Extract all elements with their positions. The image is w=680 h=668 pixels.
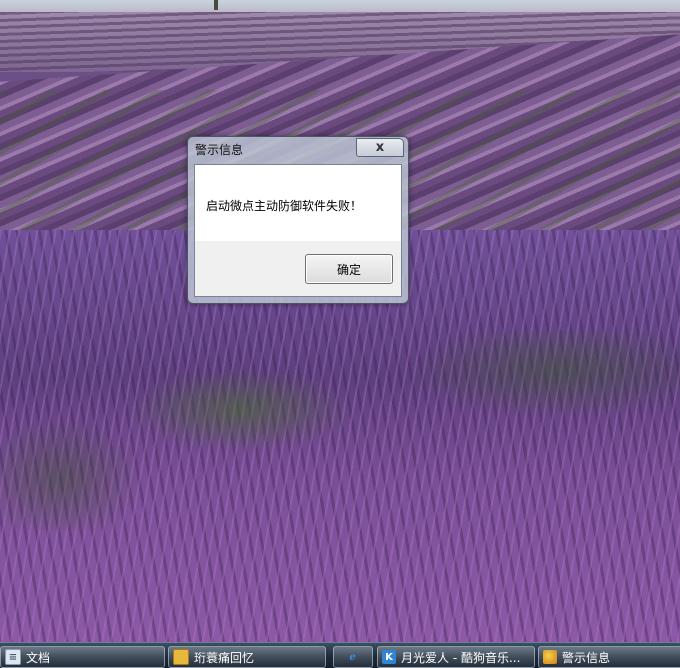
alert-dialog: 警示信息 x 启动微点主动防御软件失败！ 确定 — [187, 136, 409, 304]
taskbar: ≡ 文档 珩蓑痛回忆 e K 月光爱人 - 酷狗音乐... 警示信息 — [0, 642, 680, 668]
desktop-wallpaper — [0, 0, 680, 642]
alert-app-icon — [543, 650, 557, 664]
taskbar-item-label: 珩蓑痛回忆 — [194, 650, 255, 665]
folder-icon — [173, 649, 189, 665]
ok-button[interactable]: 确定 — [305, 254, 393, 284]
dialog-message: 启动微点主动防御软件失败！ — [206, 199, 363, 213]
taskbar-item-documents[interactable]: ≡ 文档 — [0, 646, 165, 668]
taskbar-item-label: 月光爱人 - 酷狗音乐... — [401, 650, 521, 665]
taskbar-item-label: 文档 — [26, 650, 51, 665]
dialog-titlebar[interactable]: 警示信息 x — [188, 137, 408, 161]
wallpaper-near-foliage — [0, 330, 680, 530]
close-icon: x — [375, 140, 385, 155]
message-area: 启动微点主动防御软件失败！ — [195, 165, 401, 241]
wallpaper-tree — [214, 0, 218, 10]
internet-explorer-icon: e — [349, 651, 356, 663]
dialog-body: 启动微点主动防御软件失败！ 确定 — [194, 164, 402, 297]
taskbar-item-label: 警示信息 — [562, 650, 611, 665]
taskbar-item-internet-explorer[interactable]: e — [333, 646, 373, 668]
taskbar-item-alert[interactable]: 警示信息 — [538, 646, 680, 668]
kugou-music-icon: K — [382, 650, 396, 664]
taskbar-item-kugou-music[interactable]: K 月光爱人 - 酷狗音乐... — [377, 646, 535, 668]
dialog-title: 警示信息 — [195, 143, 244, 157]
close-button[interactable]: x — [356, 138, 404, 157]
taskbar-item-folder[interactable]: 珩蓑痛回忆 — [168, 646, 326, 668]
document-icon: ≡ — [5, 649, 21, 665]
